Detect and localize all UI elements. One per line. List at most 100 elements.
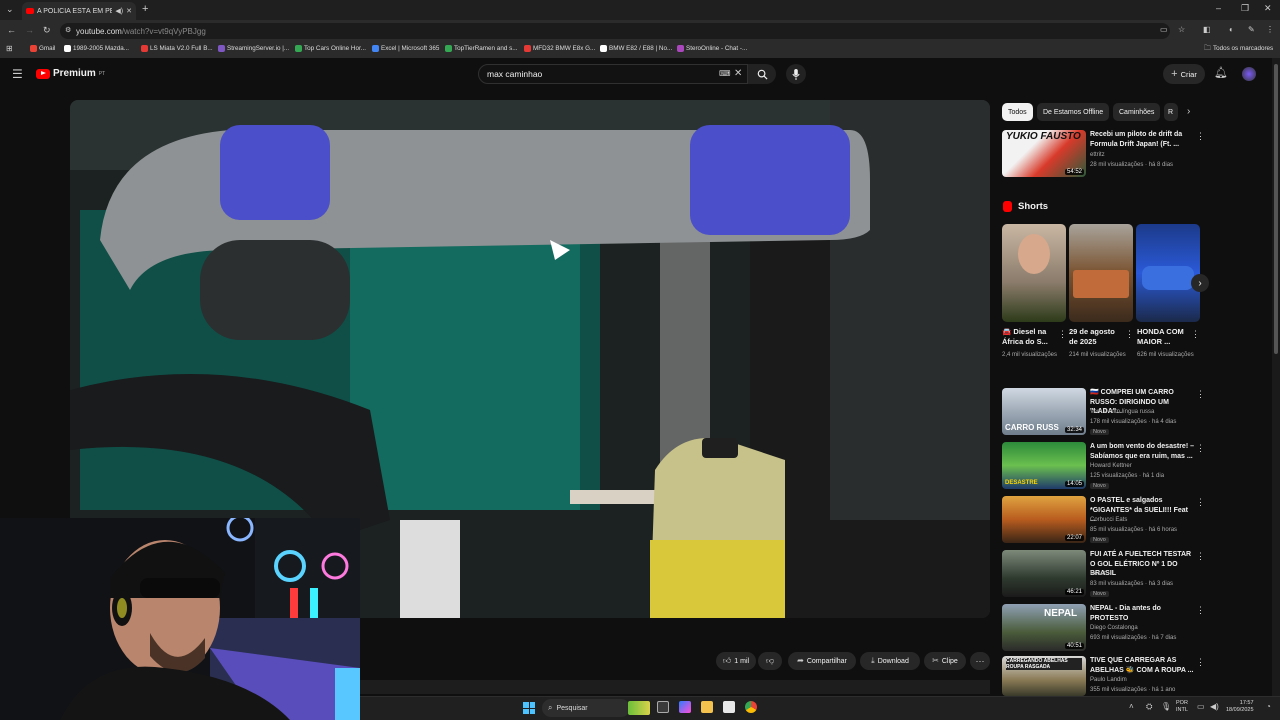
share-button[interactable]: ➦ Compartilhar: [788, 652, 856, 670]
video-5-title[interactable]: TIVE QUE CARREGAR AS ABELHAS 🐝 COM A ROU…: [1090, 656, 1194, 675]
address-bar[interactable]: ⚙ youtube.com/watch?v=vt9qVyPBJgg: [60, 23, 1170, 39]
video-2-channel[interactable]: Corbucci Eats: [1090, 517, 1127, 523]
notifications-bell-icon[interactable]: 🔔︎: [1214, 68, 1228, 79]
extensions-icon[interactable]: ◧: [1203, 26, 1211, 34]
tray-app-icon[interactable]: ⛭: [1146, 703, 1152, 711]
chip-todos[interactable]: Todos: [1002, 103, 1033, 121]
video-5-thumbnail[interactable]: CARREGANDO ABELHAS ROUPA RASGADA: [1002, 656, 1086, 696]
short-0-menu-icon[interactable]: ⋮: [1058, 329, 1067, 340]
video-0-channel[interactable]: Vem a mim língua russa: [1090, 409, 1154, 415]
browser-tab[interactable]: A POLÍCIA ESTÁ EM PESO I ◀) ✕: [22, 2, 136, 20]
task-view-icon[interactable]: [657, 701, 669, 713]
video-4-title[interactable]: NEPAL - Dia antes do PROTESTO: [1090, 604, 1194, 623]
short-1-thumbnail[interactable]: [1069, 224, 1133, 322]
voice-search-button[interactable]: [786, 64, 806, 84]
tab-close-icon[interactable]: ✕: [126, 8, 132, 15]
more-actions-button[interactable]: ⋯: [970, 652, 990, 670]
bookmark-4[interactable]: Top Cars Online Hor...: [295, 45, 366, 52]
site-info-icon[interactable]: ⚙: [65, 27, 71, 34]
video-1-channel[interactable]: Howard Kettner: [1090, 463, 1132, 469]
short-2-menu-icon[interactable]: ⋮: [1191, 329, 1200, 340]
reload-icon[interactable]: ↻: [43, 26, 51, 35]
short-1-menu-icon[interactable]: ⋮: [1125, 329, 1134, 340]
clock[interactable]: 17:57 18/09/2025: [1226, 700, 1254, 714]
bookmark-6[interactable]: TopTierRamen and s...: [445, 45, 517, 52]
video-1-thumbnail[interactable]: DESASTRE 14:05: [1002, 442, 1086, 489]
video-3-channel[interactable]: Reset: [1090, 571, 1106, 577]
bookmark-7[interactable]: MFD32 BMW E8x G...: [524, 45, 595, 52]
cast-icon[interactable]: ▭: [1160, 26, 1168, 34]
chrome-icon[interactable]: [745, 701, 757, 713]
video-0-thumbnail[interactable]: CARRO RUSS 32:34: [1002, 388, 1086, 435]
profile-icon[interactable]: ◐: [1229, 26, 1234, 34]
chip-caminhoes[interactable]: Caminhões: [1113, 103, 1161, 121]
create-button[interactable]: + Criar: [1163, 64, 1205, 84]
bookmark-1[interactable]: 1989-2005 Mazda...: [64, 45, 129, 52]
video-0-menu-icon[interactable]: ⋮: [1196, 389, 1205, 400]
video-4-menu-icon[interactable]: ⋮: [1196, 605, 1205, 616]
menu-dots-icon[interactable]: ⋮: [1266, 26, 1274, 34]
short-2-title[interactable]: HONDA COM MAIOR ...: [1137, 327, 1193, 347]
window-close-icon[interactable]: ✕: [1264, 4, 1272, 13]
video-4-channel[interactable]: Diego Costalonga: [1090, 625, 1138, 631]
tray-overflow-icon[interactable]: ˄: [1129, 703, 1134, 711]
like-button[interactable]: 👍︎ 1 mil: [716, 652, 756, 670]
speaker-icon[interactable]: ◀): [115, 8, 123, 15]
back-icon[interactable]: ←: [7, 26, 16, 35]
download-button[interactable]: ⤓ Download: [860, 652, 920, 670]
chevron-right-icon[interactable]: ›: [1187, 107, 1190, 117]
bookmark-8[interactable]: BMW E82 / E88 | No...: [600, 45, 672, 52]
shorts-next-icon[interactable]: ›: [1191, 274, 1209, 292]
windows-start-icon[interactable]: [523, 702, 535, 714]
top-video-channel[interactable]: ettritz: [1090, 152, 1105, 158]
video-5-menu-icon[interactable]: ⋮: [1196, 657, 1205, 668]
bookmark-star-icon[interactable]: ☆: [1178, 26, 1185, 34]
tab-search-icon[interactable]: ⌄: [6, 5, 14, 14]
video-1-menu-icon[interactable]: ⋮: [1196, 443, 1205, 454]
short-0-thumbnail[interactable]: [1002, 224, 1066, 322]
forward-icon[interactable]: →: [25, 26, 34, 35]
short-2-thumbnail[interactable]: [1136, 224, 1200, 322]
search-button[interactable]: [748, 64, 776, 84]
video-1-title[interactable]: A um bom vento do desastre! – Sabíamos q…: [1090, 442, 1194, 461]
video-3-menu-icon[interactable]: ⋮: [1196, 551, 1205, 562]
top-video-menu-icon[interactable]: ⋮: [1196, 131, 1205, 142]
file-explorer-icon[interactable]: [701, 701, 713, 713]
new-tab-icon[interactable]: +: [142, 4, 148, 15]
bookmark-0[interactable]: Gmail: [30, 45, 55, 52]
minimize-icon[interactable]: –: [1216, 4, 1221, 13]
volume-icon[interactable]: ◀): [1210, 703, 1219, 711]
apps-grid-icon[interactable]: ⊞: [6, 45, 13, 53]
video-5-channel[interactable]: Paulo Landim: [1090, 677, 1127, 683]
bookmark-9[interactable]: SteroOnline - Chat -...: [677, 45, 747, 52]
bookmark-2[interactable]: LS Miata V2.0 Full B...: [141, 45, 213, 52]
short-1-title[interactable]: 29 de agosto de 2025: [1069, 327, 1125, 347]
notifications-icon[interactable]: ◔: [1266, 703, 1271, 711]
network-icon[interactable]: ▭: [1197, 703, 1205, 711]
avatar[interactable]: [1242, 67, 1256, 81]
store-icon[interactable]: [723, 701, 735, 713]
scrollbar-thumb[interactable]: [1274, 64, 1278, 354]
description-box[interactable]: [360, 680, 990, 694]
dislike-button[interactable]: 👎︎: [758, 652, 782, 670]
search-input[interactable]: max caminhao ⌨ ✕: [478, 64, 748, 84]
edit-icon[interactable]: ✎: [1248, 26, 1255, 34]
chip-de-estamos-offline[interactable]: De Estamos Offline: [1037, 103, 1110, 121]
clip-button[interactable]: ✂ Clipe: [924, 652, 966, 670]
all-bookmarks[interactable]: 🗀 Todos os marcadores: [1204, 45, 1273, 52]
copilot-icon[interactable]: [679, 701, 691, 713]
hamburger-menu-icon[interactable]: ☰: [12, 68, 23, 80]
top-video-thumbnail[interactable]: YUKIO FAUSTO 54:52: [1002, 130, 1086, 177]
bookmark-3[interactable]: StreamingServer.io |...: [218, 45, 289, 52]
video-3-thumbnail[interactable]: 46:21: [1002, 550, 1086, 597]
top-video-title[interactable]: Recebi um piloto de drift da Formula Dri…: [1090, 130, 1194, 149]
language-indicator[interactable]: POR INTL: [1176, 700, 1188, 714]
video-2-thumbnail[interactable]: 22:07: [1002, 496, 1086, 543]
bookmark-5[interactable]: Excel | Microsoft 365: [372, 45, 439, 52]
taskbar-search[interactable]: ⌕ Pesquisar: [542, 699, 650, 717]
clear-search-icon[interactable]: ✕: [734, 69, 742, 79]
video-4-thumbnail[interactable]: NEPAL 40:51: [1002, 604, 1086, 651]
youtube-logo[interactable]: Premium PT: [36, 68, 105, 79]
video-2-menu-icon[interactable]: ⋮: [1196, 497, 1205, 508]
short-0-title[interactable]: 🚘 Diesel na África do S...: [1002, 327, 1058, 347]
